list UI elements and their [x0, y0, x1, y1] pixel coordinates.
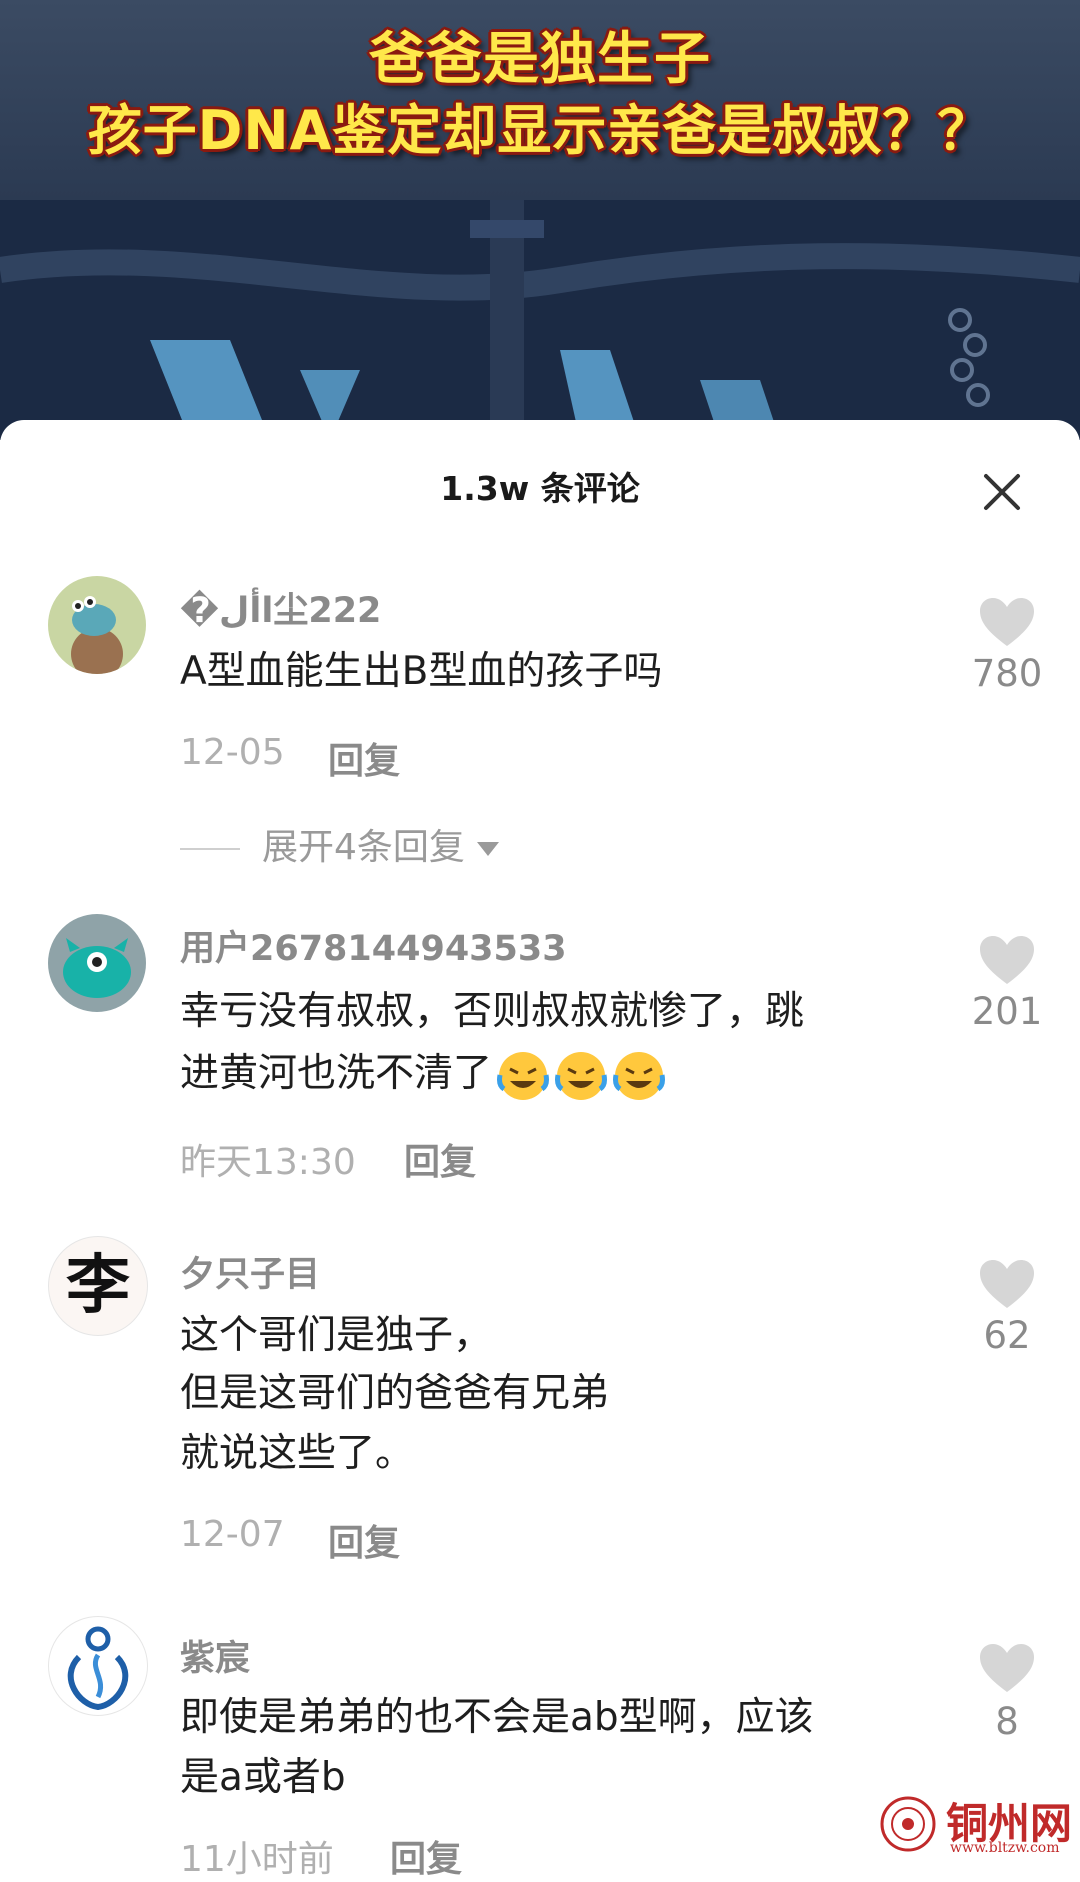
expand-replies-button[interactable]: 展开4条回复 — [180, 818, 499, 870]
like-count: 8 — [995, 1700, 1019, 1743]
reply-button[interactable]: 回复 — [328, 1514, 400, 1566]
comment-username[interactable]: �األ尘222 — [180, 582, 381, 633]
avatar[interactable] — [48, 914, 146, 1012]
expand-replies-label: 展开4条回复 — [262, 827, 465, 868]
comment-sheet — [0, 420, 1080, 1858]
heart-icon[interactable] — [978, 596, 1036, 648]
avatar[interactable] — [48, 1616, 148, 1716]
comment-text: A型血能生出B型血的孩子吗 — [180, 649, 663, 694]
chevron-down-icon — [476, 842, 499, 856]
heart-icon[interactable] — [978, 1642, 1036, 1694]
comment-text-line: 幸亏没有叔叔，否则叔叔就惨了，跳 — [180, 989, 805, 1034]
comment-date: 昨天13:30 — [180, 1142, 356, 1183]
video-headline-line2: 孩子DNA鉴定却显示亲爸是叔叔？？ — [87, 99, 993, 162]
avatar[interactable] — [48, 576, 146, 674]
like-count: 201 — [971, 990, 1043, 1033]
video-preview[interactable]: 爸爸是独生子 孩子DNA鉴定却显示亲爸是叔叔？？ — [0, 0, 1080, 440]
comment-username[interactable]: 用户2678144943533 — [180, 920, 567, 971]
comment-date: 12-05 — [180, 732, 285, 773]
reply-button[interactable]: 回复 — [328, 732, 400, 784]
avatar-monster-icon — [48, 914, 146, 1012]
comment-count-title: 1.3w 条评论 — [440, 469, 640, 508]
reply-button[interactable]: 回复 — [404, 1133, 476, 1185]
comment-text-line: 是a或者b — [180, 1755, 346, 1800]
divider-line — [180, 848, 240, 850]
heart-icon[interactable] — [978, 934, 1036, 986]
avatar[interactable]: 李 — [48, 1236, 148, 1336]
comment-username[interactable]: 紫宸 — [180, 1630, 250, 1681]
reply-button[interactable]: 回复 — [390, 1830, 462, 1882]
comment-date: 11小时前 — [180, 1839, 334, 1880]
comment-text-line: 但是这哥们的爸爸有兄弟 — [180, 1371, 610, 1416]
video-scene — [0, 200, 1080, 440]
laughing-crying-emoji-icon — [497, 1051, 550, 1100]
comment-text-line: 就说这些了。 — [180, 1431, 415, 1476]
comment-text-line: 这个哥们是独子， — [180, 1313, 493, 1358]
heart-icon[interactable] — [978, 1258, 1036, 1310]
comment-text-line: 进黄河也洗不清了 — [180, 1044, 666, 1104]
watermark-url: www.bltzw.com — [950, 1840, 1060, 1856]
comment-text-line-content: 进黄河也洗不清了 — [180, 1051, 493, 1096]
laughing-crying-emoji-icon — [613, 1051, 666, 1100]
avatar-calligraphy-char: 李 — [66, 1248, 130, 1323]
like-count: 62 — [983, 1314, 1031, 1357]
avatar-cartoon-icon — [48, 576, 146, 674]
comment-date: 12-07 — [180, 1514, 285, 1555]
laughing-crying-emoji-icon — [555, 1051, 608, 1100]
like-count: 780 — [971, 652, 1043, 695]
comment-text-line: 即使是弟弟的也不会是ab型啊，应该 — [180, 1695, 814, 1740]
video-headline-line1: 爸爸是独生子 — [369, 27, 711, 92]
comment-username[interactable]: 夕只子目 — [180, 1246, 320, 1297]
close-icon[interactable] — [980, 470, 1024, 514]
avatar-swirl-icon — [67, 1626, 129, 1711]
